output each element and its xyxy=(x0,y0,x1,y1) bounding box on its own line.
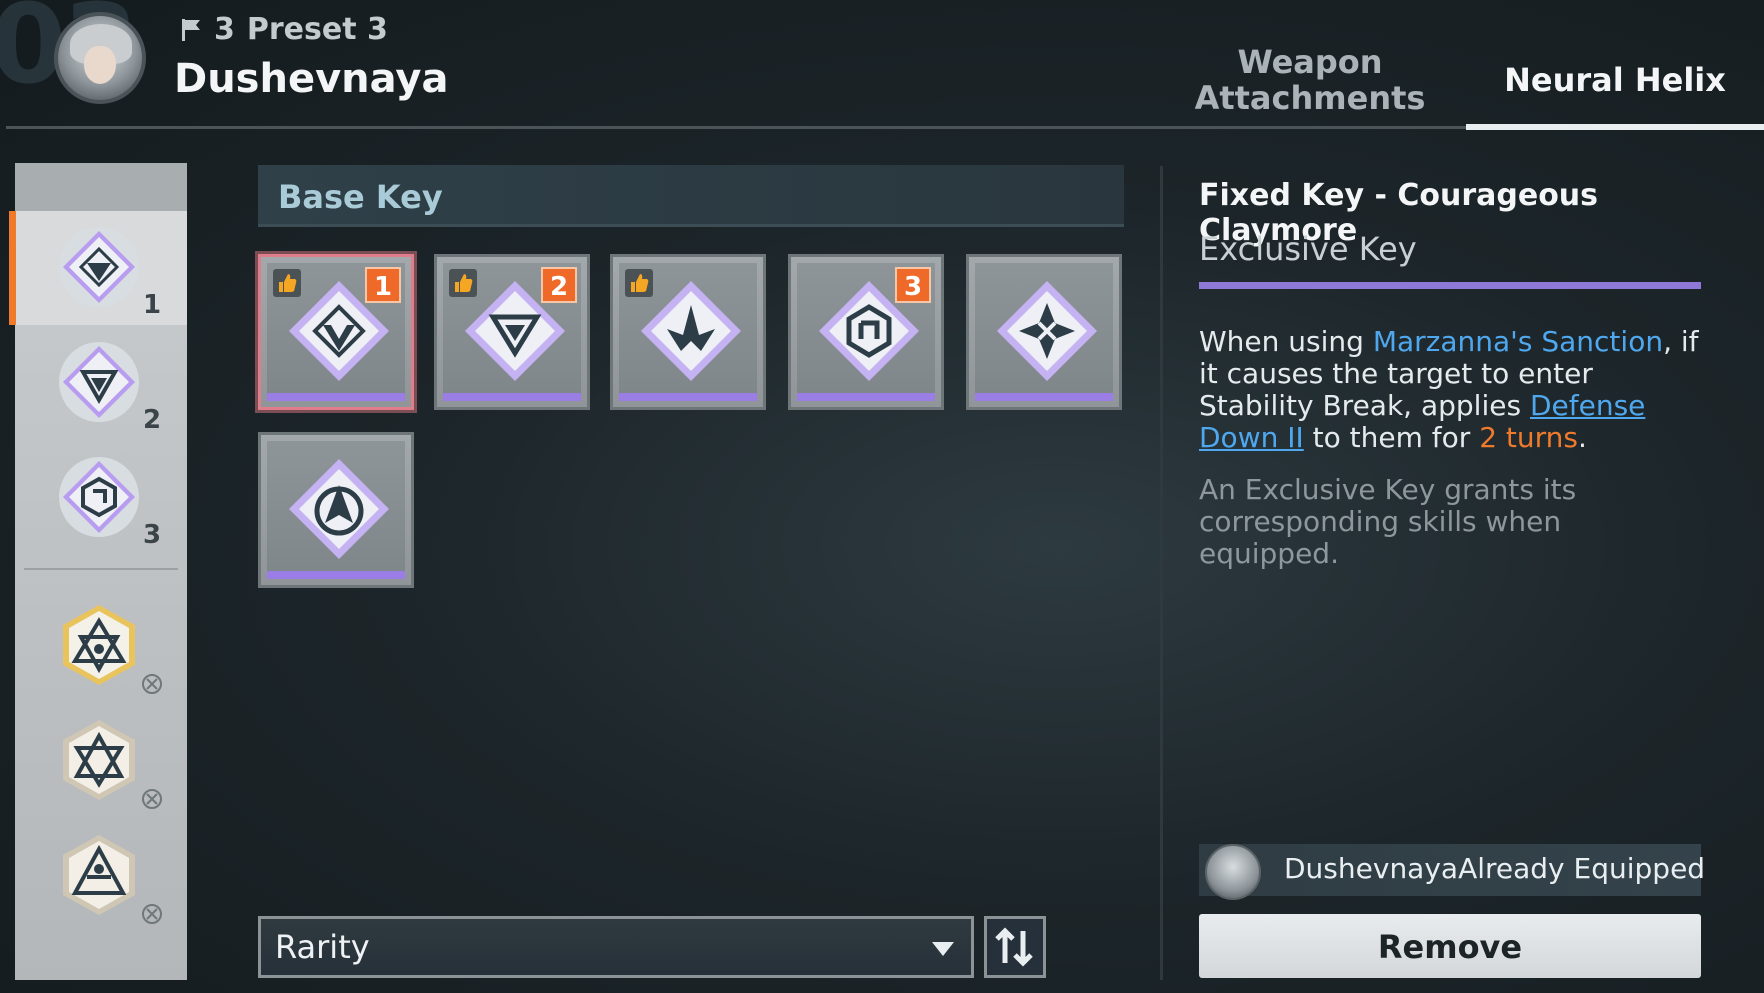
sidebar-extra-slot-1[interactable] xyxy=(57,603,141,691)
key-detail-subtitle: Exclusive Key xyxy=(1199,230,1417,268)
key-arc-icon xyxy=(289,459,389,559)
recommended-thumb-icon xyxy=(625,269,653,297)
sidebar-extra-slot-2[interactable] xyxy=(57,718,141,806)
chevron-down-icon xyxy=(932,942,954,956)
sidebar-header xyxy=(15,163,187,211)
key-effect-description: When using Marzanna's Sanction, if it ca… xyxy=(1199,325,1699,454)
exclusive-key-note: An Exclusive Key grants its correspondin… xyxy=(1199,473,1577,570)
key-spike-icon xyxy=(641,281,741,381)
sort-dropdown-value: Rarity xyxy=(275,928,370,966)
key-card-4[interactable]: 3 xyxy=(788,254,944,410)
panel-divider xyxy=(1160,166,1163,980)
sidebar-extra-slot-3[interactable] xyxy=(57,833,141,921)
active-tab-indicator xyxy=(1466,124,1764,130)
priority-badge: 2 xyxy=(541,267,577,303)
sidebar-slot-3[interactable] xyxy=(57,455,141,543)
rarity-bar xyxy=(443,393,581,401)
key-card-2[interactable]: 2 xyxy=(434,254,590,410)
key-card-6[interactable] xyxy=(258,432,414,588)
key-compass-icon xyxy=(997,281,1097,381)
recommended-thumb-icon xyxy=(273,269,301,297)
locked-icon xyxy=(142,789,162,809)
equipped-character-avatar xyxy=(1205,844,1261,900)
priority-badge: 3 xyxy=(895,267,931,303)
base-key-title: Base Key xyxy=(278,178,443,216)
sidebar-divider xyxy=(24,568,178,570)
recommended-thumb-icon xyxy=(449,269,477,297)
sort-order-button[interactable] xyxy=(984,916,1046,978)
equipped-status-text: DushevnayaAlready Equipped xyxy=(1284,852,1706,885)
key-card-5[interactable] xyxy=(966,254,1122,410)
priority-badge: 1 xyxy=(365,267,401,303)
rarity-bar xyxy=(267,393,405,401)
key-chevron-icon xyxy=(59,342,139,422)
locked-icon xyxy=(142,904,162,924)
locked-icon xyxy=(142,674,162,694)
sort-order-icon xyxy=(995,927,1033,967)
flag-icon xyxy=(182,18,200,41)
character-name: Dushevnaya xyxy=(174,56,449,102)
tab-weapon-attachments[interactable]: Weapon Attachments xyxy=(1190,44,1430,116)
sidebar-slot-number: 3 xyxy=(143,520,162,550)
rarity-stripe xyxy=(1199,282,1701,289)
preset-name: Preset 3 xyxy=(246,12,388,47)
remove-button[interactable]: Remove xyxy=(1199,914,1701,978)
sidebar-selected-marker xyxy=(9,211,16,325)
sidebar-slot-1[interactable] xyxy=(57,225,141,313)
star-key-icon xyxy=(63,835,135,915)
rarity-bar xyxy=(797,393,935,401)
character-avatar[interactable] xyxy=(54,12,146,104)
tab-bar-divider xyxy=(6,126,1466,129)
key-triangle-icon xyxy=(59,227,139,307)
rarity-bar xyxy=(267,571,405,579)
sidebar-slot-number: 1 xyxy=(143,290,162,320)
preset-number: 3 xyxy=(214,12,235,47)
sidebar-slot-2[interactable] xyxy=(57,340,141,428)
effect-duration: 2 turns xyxy=(1479,421,1578,454)
rarity-bar xyxy=(975,393,1113,401)
rarity-bar xyxy=(619,393,757,401)
key-hexlink-icon xyxy=(59,457,139,537)
gold-key-icon xyxy=(63,605,135,685)
sidebar-slot-number: 2 xyxy=(143,405,162,435)
key-card-1[interactable]: 1 xyxy=(258,254,414,410)
star-key-icon xyxy=(63,720,135,800)
tab-neural-helix[interactable]: Neural Helix xyxy=(1470,62,1760,98)
key-card-3[interactable] xyxy=(610,254,766,410)
preset-label[interactable]: 3 Preset 3 xyxy=(180,12,388,47)
skill-name-link[interactable]: Marzanna's Sanction xyxy=(1373,325,1663,358)
